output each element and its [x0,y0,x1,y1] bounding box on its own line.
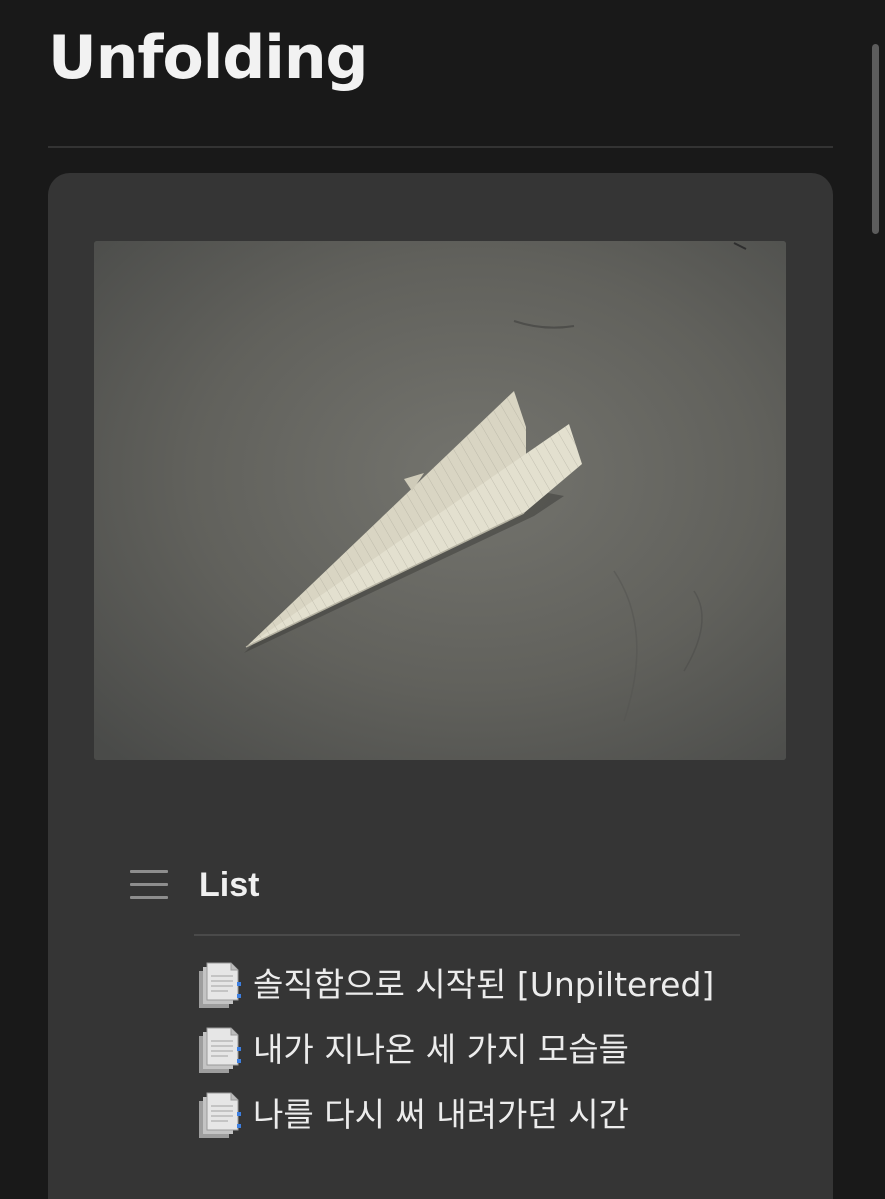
page-title: Unfolding [48,23,369,93]
list-item-label: 솔직함으로 시작된 [Unpiltered] [253,965,715,1004]
list-item[interactable]: 내가 지나온 세 가지 모습들 [198,1024,798,1089]
list-item-label: 나를 다시 써 내려가던 시간 [253,1095,629,1134]
document-icon [199,962,241,1008]
cover-image[interactable] [94,241,786,760]
list-header[interactable]: List [128,861,748,911]
list-item-label: 내가 지나온 세 가지 모습들 [253,1030,629,1069]
list-icon [128,870,168,902]
page: Unfolding List 솔직함으로 시작된 [Unpiltered] 내가… [0,0,885,1199]
list-item[interactable]: 솔직함으로 시작된 [Unpiltered] [198,959,798,1024]
scrollbar[interactable] [872,44,879,234]
document-icon [199,1092,241,1138]
list-title: List [199,866,260,904]
paper-airplane-photo [94,241,786,760]
content-card: List 솔직함으로 시작된 [Unpiltered] 내가 지나온 세 가지 … [48,173,833,1199]
list-item[interactable]: 나를 다시 써 내려가던 시간 [198,1089,798,1154]
document-list: 솔직함으로 시작된 [Unpiltered] 내가 지나온 세 가지 모습들 나… [198,959,798,1154]
document-icon [199,1027,241,1073]
list-divider [194,934,740,936]
title-divider [48,146,833,148]
